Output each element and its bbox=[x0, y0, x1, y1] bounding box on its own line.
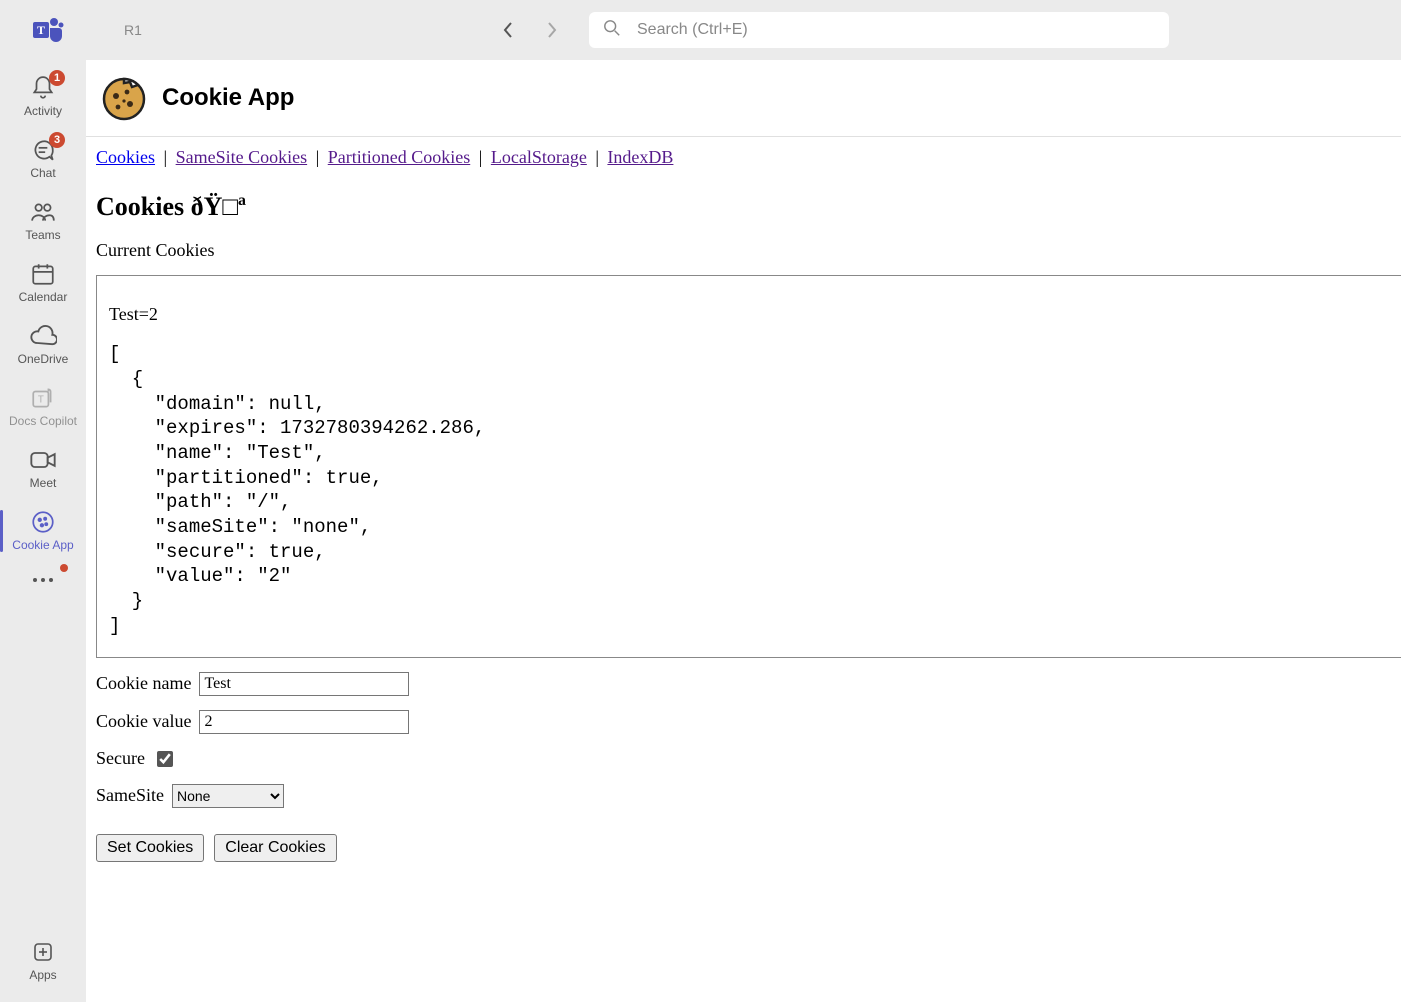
sidebar-item-label: Meet bbox=[30, 476, 57, 490]
sidebar-item-activity[interactable]: 1 Activity bbox=[0, 66, 86, 128]
sidebar-item-label: Teams bbox=[25, 228, 60, 242]
sidebar-item-label: Calendar bbox=[19, 290, 68, 304]
samesite-label: SameSite bbox=[96, 785, 164, 806]
title-bar: T R1 bbox=[0, 0, 1401, 60]
more-icon bbox=[29, 566, 57, 594]
back-button[interactable] bbox=[501, 23, 515, 37]
samesite-row: SameSite None Lax Strict bbox=[96, 784, 1401, 808]
nav-separator: | bbox=[470, 147, 491, 167]
sidebar-item-chat[interactable]: 3 Chat bbox=[0, 128, 86, 190]
page-heading: Cookies ðŸ□ª bbox=[96, 192, 1401, 222]
cookie-name-row: Cookie name bbox=[96, 672, 1401, 696]
cookie-value-row: Cookie value bbox=[96, 710, 1401, 734]
secure-label: Secure bbox=[96, 748, 145, 769]
nav-separator: | bbox=[307, 147, 328, 167]
activity-badge: 1 bbox=[49, 70, 65, 86]
people-icon bbox=[29, 198, 57, 226]
app-title: Cookie App bbox=[162, 84, 294, 112]
notification-dot-icon bbox=[60, 564, 68, 572]
search-icon bbox=[603, 19, 621, 42]
search-input[interactable] bbox=[635, 20, 1155, 40]
svg-text:T: T bbox=[37, 23, 45, 37]
set-cookies-button[interactable]: Set Cookies bbox=[96, 834, 204, 862]
nav-link-samesite[interactable]: SameSite Cookies bbox=[176, 147, 308, 167]
forward-button[interactable] bbox=[545, 23, 559, 37]
cookie-icon bbox=[29, 508, 57, 536]
cookie-app-logo-icon bbox=[100, 74, 148, 122]
sidebar-item-label: Activity bbox=[24, 104, 62, 118]
sidebar-item-meet[interactable]: Meet bbox=[0, 438, 86, 500]
main-content: Cookie App Cookies | SameSite Cookies | … bbox=[86, 60, 1401, 1002]
clear-cookies-button[interactable]: Clear Cookies bbox=[214, 834, 336, 862]
page-nav: Cookies | SameSite Cookies | Partitioned… bbox=[86, 145, 1401, 168]
chat-badge: 3 bbox=[49, 132, 65, 148]
docs-copilot-icon: T bbox=[29, 384, 57, 412]
sidebar-item-label: Chat bbox=[30, 166, 55, 180]
svg-text:T: T bbox=[38, 394, 44, 405]
search-box[interactable] bbox=[589, 12, 1169, 48]
sidebar-item-calendar[interactable]: Calendar bbox=[0, 252, 86, 314]
sidebar-item-label: OneDrive bbox=[18, 352, 69, 366]
cookie-json: [ { "domain": null, "expires": 173278039… bbox=[109, 342, 1389, 638]
sidebar-item-label: Docs Copilot bbox=[9, 414, 77, 428]
sidebar-item-teams[interactable]: Teams bbox=[0, 190, 86, 252]
nav-separator: | bbox=[155, 147, 176, 167]
cookie-value-input[interactable] bbox=[199, 710, 409, 734]
current-cookies-label: Current Cookies bbox=[96, 240, 1401, 261]
cookie-summary: Test=2 bbox=[109, 304, 158, 324]
sidebar-item-docs-copilot[interactable]: T Docs Copilot bbox=[0, 376, 86, 438]
nav-link-localstorage[interactable]: LocalStorage bbox=[491, 147, 587, 167]
cookie-display-box: Test=2 [ { "domain": null, "expires": 173… bbox=[96, 275, 1401, 658]
cloud-icon bbox=[29, 322, 57, 350]
button-row: Set Cookies Clear Cookies bbox=[96, 834, 1401, 862]
calendar-icon bbox=[29, 260, 57, 288]
ring-tag: R1 bbox=[124, 22, 142, 38]
bell-icon: 1 bbox=[29, 74, 57, 102]
apps-icon bbox=[29, 938, 57, 966]
video-icon bbox=[29, 446, 57, 474]
nav-separator: | bbox=[587, 147, 608, 167]
teams-logo-icon: T bbox=[32, 14, 64, 46]
nav-link-partitioned[interactable]: Partitioned Cookies bbox=[328, 147, 471, 167]
cookie-name-label: Cookie name bbox=[96, 673, 191, 694]
sidebar-item-label: Apps bbox=[29, 968, 56, 982]
sidebar-item-apps[interactable]: Apps bbox=[0, 930, 86, 992]
sidebar-item-more[interactable] bbox=[0, 562, 86, 600]
secure-checkbox[interactable] bbox=[157, 751, 173, 767]
app-rail: 1 Activity 3 Chat Teams Calendar bbox=[0, 60, 86, 1002]
history-nav bbox=[501, 23, 559, 37]
app-header: Cookie App bbox=[86, 60, 1401, 137]
sidebar-item-label: Cookie App bbox=[12, 538, 73, 552]
samesite-select[interactable]: None Lax Strict bbox=[172, 784, 284, 808]
cookie-value-label: Cookie value bbox=[96, 711, 191, 732]
chat-icon: 3 bbox=[29, 136, 57, 164]
nav-link-indexdb[interactable]: IndexDB bbox=[607, 147, 673, 167]
sidebar-item-cookie-app[interactable]: Cookie App bbox=[0, 500, 86, 562]
nav-link-cookies[interactable]: Cookies bbox=[96, 147, 155, 167]
cookie-name-input[interactable] bbox=[199, 672, 409, 696]
sidebar-item-onedrive[interactable]: OneDrive bbox=[0, 314, 86, 376]
secure-row: Secure bbox=[96, 748, 1401, 770]
